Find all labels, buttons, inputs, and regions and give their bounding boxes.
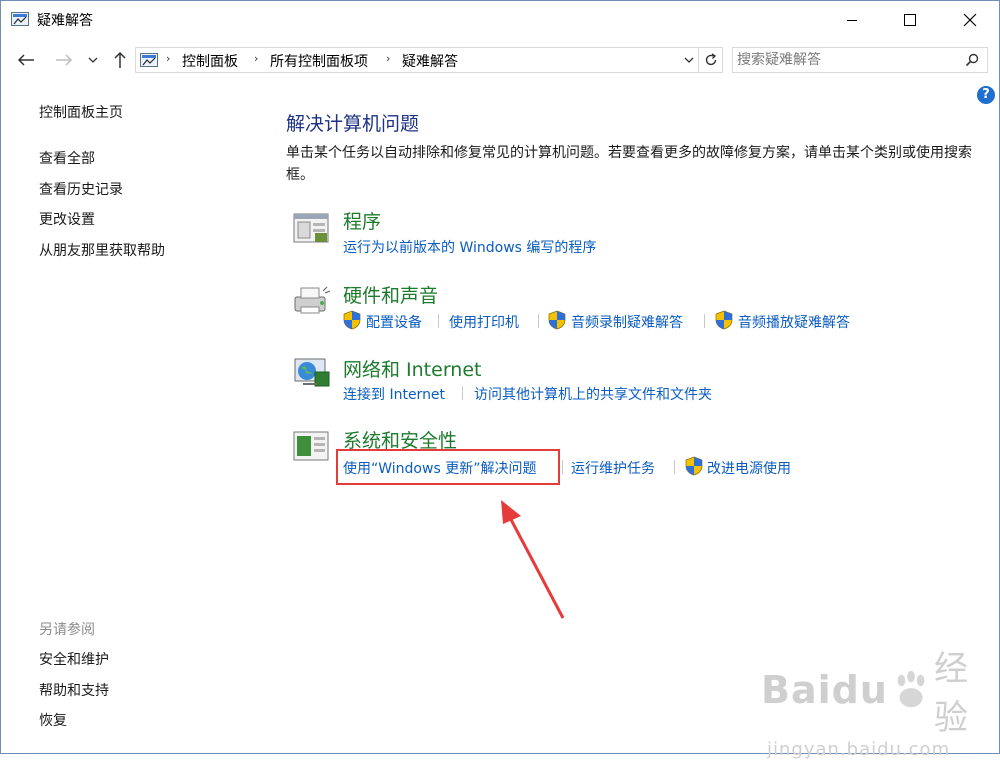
forward-button[interactable] [51, 48, 77, 72]
link-separator [674, 460, 675, 474]
see-also-header: 另请参阅 [39, 622, 95, 638]
see-also-help-support[interactable]: 帮助和支持 [39, 680, 109, 700]
link-audio-playback-troubleshooter[interactable]: 音频播放疑难解答 [738, 312, 850, 332]
paw-logo-icon [897, 670, 925, 708]
link-access-shared-files[interactable]: 访问其他计算机上的共享文件和文件夹 [474, 384, 712, 404]
watermark: Baidu 经验 jingyan.baidu.com [761, 641, 999, 760]
link-configure-device[interactable]: 配置设备 [366, 312, 422, 332]
see-also-recovery[interactable]: 恢复 [39, 710, 67, 730]
annotation-arrow-icon [501, 500, 565, 619]
link-separator [462, 386, 463, 400]
chevron-down-icon[interactable] [684, 56, 694, 64]
page-title: 解决计算机问题 [286, 113, 420, 135]
page-description: 单击某个任务以自动排除和修复常见的计算机问题。若要查看更多的故障修复方案，请单击… [286, 145, 972, 183]
category-title-hardware-sound[interactable]: 硬件和声音 [343, 281, 438, 308]
system-security-icon[interactable] [293, 429, 331, 463]
link-run-legacy-programs[interactable]: 运行为以前版本的 Windows 编写的程序 [343, 237, 596, 257]
sidebar-item-view-all[interactable]: 查看全部 [39, 148, 95, 168]
watermark-url: jingyan.baidu.com [767, 739, 951, 760]
see-also-security-maintenance[interactable]: 安全和维护 [39, 649, 109, 669]
link-separator [704, 314, 705, 328]
category-title-programs[interactable]: 程序 [343, 207, 381, 234]
link-separator [438, 314, 439, 328]
breadcrumb-separator-icon[interactable]: › [386, 52, 390, 65]
link-use-printer[interactable]: 使用打印机 [449, 312, 519, 332]
minimize-button[interactable] [829, 1, 875, 39]
minimize-icon [847, 20, 857, 21]
back-arrow-icon [17, 54, 34, 66]
link-separator [562, 460, 563, 474]
refresh-button[interactable] [699, 47, 723, 73]
breadcrumb-separator-icon[interactable]: › [166, 52, 170, 65]
link-improve-power-usage[interactable]: 改进电源使用 [707, 458, 791, 478]
close-button[interactable] [947, 1, 993, 39]
sidebar-home-link[interactable]: 控制面板主页 [39, 102, 123, 122]
uac-shield-icon [548, 310, 566, 330]
programs-icon[interactable] [293, 211, 331, 245]
link-run-maintenance[interactable]: 运行维护任务 [571, 458, 655, 478]
uac-shield-icon [343, 310, 361, 330]
help-button[interactable]: ? [977, 86, 995, 104]
search-input[interactable] [737, 50, 957, 70]
window-title: 疑难解答 [37, 13, 93, 29]
sidebar-item-get-help-from-friend[interactable]: 从朋友那里获取帮助 [39, 240, 165, 260]
category-title-network-internet[interactable]: 网络和 Internet [343, 355, 481, 382]
maximize-button[interactable] [887, 1, 933, 39]
watermark-brand: Baidu [761, 668, 888, 712]
breadcrumb-separator-icon[interactable]: › [254, 52, 258, 65]
recent-locations-button[interactable] [83, 48, 103, 72]
up-button[interactable] [107, 48, 133, 72]
up-arrow-icon [114, 51, 126, 68]
watermark-brand-cn: 经验 [933, 649, 968, 738]
back-button[interactable] [13, 48, 39, 72]
control-panel-icon [11, 12, 29, 26]
uac-shield-icon [685, 456, 703, 476]
breadcrumb-all-items[interactable]: 所有控制面板项 [270, 51, 368, 71]
search-box[interactable] [732, 47, 988, 73]
sidebar-item-change-settings[interactable]: 更改设置 [39, 209, 95, 229]
control-panel-icon [140, 53, 158, 67]
breadcrumb-control-panel[interactable]: 控制面板 [182, 51, 238, 71]
breadcrumb-troubleshooting[interactable]: 疑难解答 [402, 51, 458, 71]
network-icon[interactable] [293, 356, 331, 390]
hardware-sound-icon[interactable] [293, 283, 331, 317]
link-separator [538, 314, 539, 328]
search-icon[interactable] [965, 53, 979, 67]
address-bar[interactable]: › 控制面板 › 所有控制面板项 › 疑难解答 [135, 47, 699, 73]
forward-arrow-icon [56, 54, 73, 66]
sidebar-item-history[interactable]: 查看历史记录 [39, 179, 123, 199]
maximize-icon [904, 14, 916, 26]
refresh-icon [705, 53, 716, 66]
troubleshooting-window: 疑难解答 › 控制面板 › 所有控制面板项 › 疑难解答 搜索疑难解答 ? 控制… [0, 0, 1000, 760]
title-bar[interactable]: 疑难解答 [1, 1, 999, 39]
highlight-box [336, 449, 560, 485]
uac-shield-icon [715, 310, 733, 330]
close-icon [963, 13, 977, 27]
link-audio-recording-troubleshooter[interactable]: 音频录制疑难解答 [571, 312, 683, 332]
link-connect-internet[interactable]: 连接到 Internet [343, 384, 445, 404]
chevron-down-icon [88, 57, 98, 63]
